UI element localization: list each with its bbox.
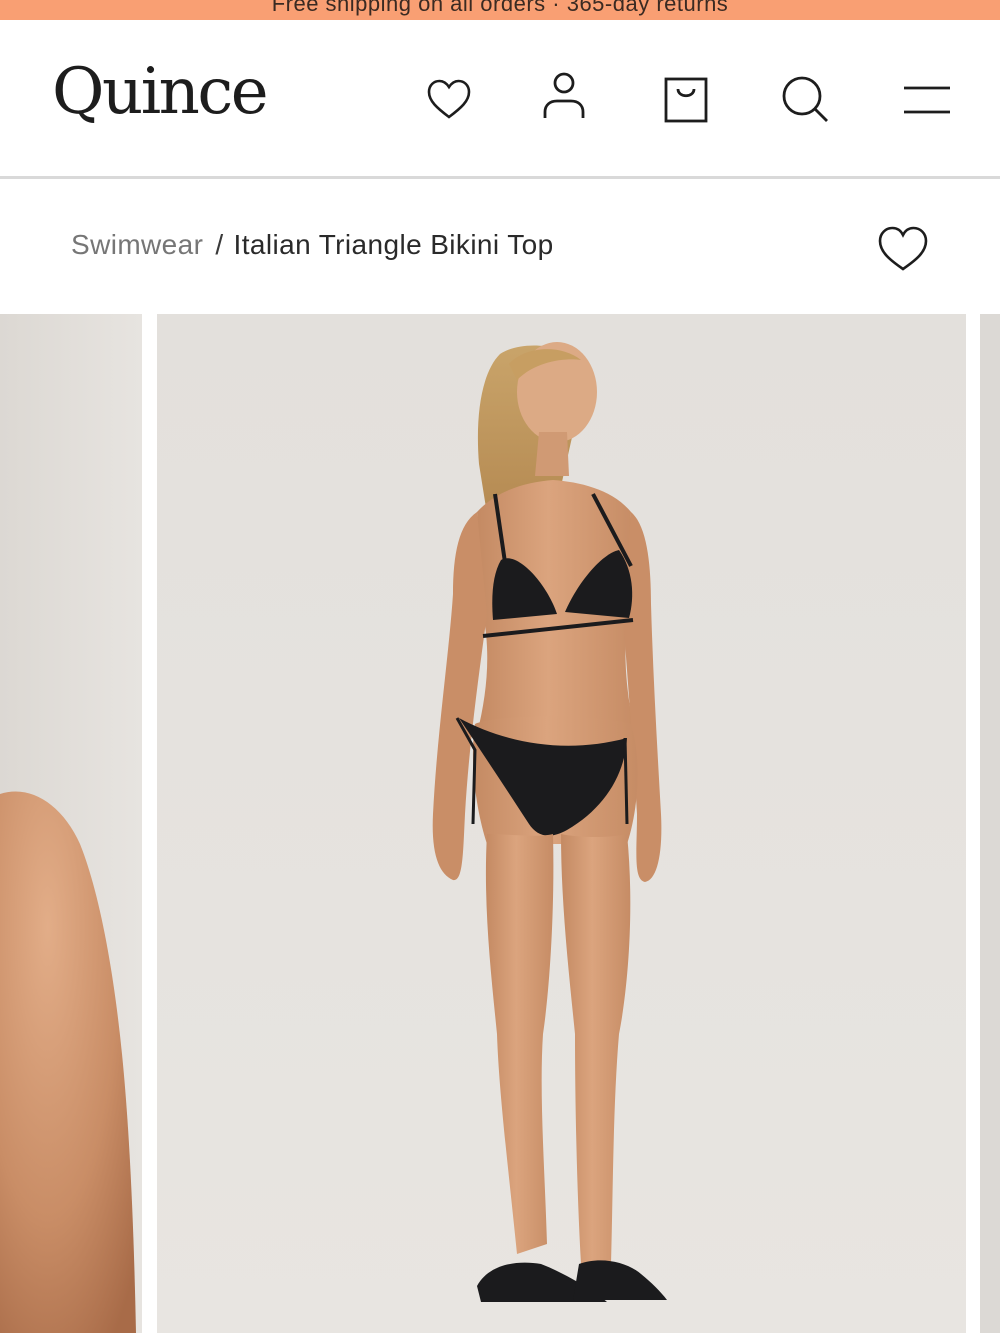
promo-banner[interactable]: Free shipping on all orders · 365-day re… (0, 0, 1000, 20)
site-header: Quince (0, 20, 1000, 179)
account-user-icon[interactable] (536, 68, 592, 124)
product-image-prev[interactable] (0, 314, 142, 1333)
shopping-bag-icon[interactable] (658, 72, 714, 128)
product-image-next[interactable] (980, 314, 1000, 1333)
product-image-main[interactable] (157, 314, 966, 1333)
product-image-gallery[interactable] (0, 314, 1000, 1333)
wishlist-heart-icon[interactable] (421, 72, 477, 128)
breadcrumb-parent-link[interactable]: Swimwear (71, 229, 203, 260)
breadcrumb-separator: / (215, 229, 224, 260)
add-to-wishlist-heart-icon[interactable] (874, 220, 932, 278)
breadcrumb: Swimwear / Italian Triangle Bikini Top (71, 228, 554, 262)
menu-hamburger-icon[interactable] (900, 72, 956, 128)
breadcrumb-current: Italian Triangle Bikini Top (233, 229, 554, 260)
brand-logo[interactable]: Quince (52, 60, 269, 124)
breadcrumb-row: Swimwear / Italian Triangle Bikini Top (0, 182, 1000, 314)
search-icon[interactable] (777, 72, 833, 128)
promo-text: Free shipping on all orders · 365-day re… (271, 0, 729, 16)
